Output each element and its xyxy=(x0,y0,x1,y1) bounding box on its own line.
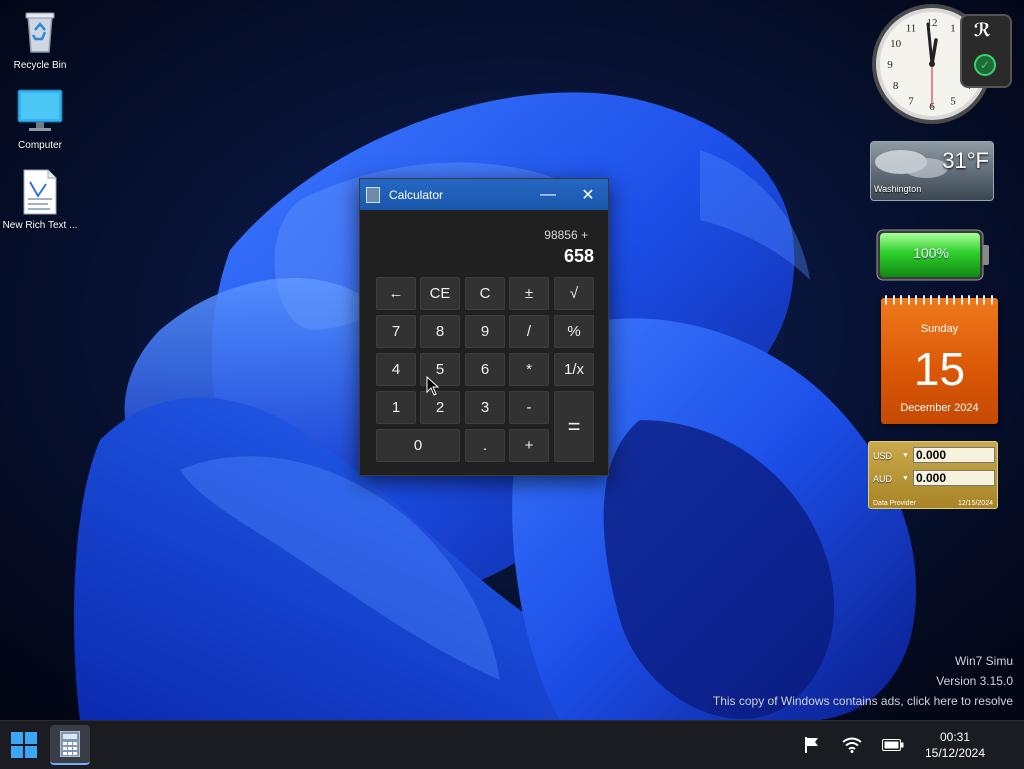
digit-0-button[interactable]: 0 xyxy=(376,429,460,462)
battery-percent: 100% xyxy=(913,245,949,261)
desktop-icon-label: Computer xyxy=(18,140,62,151)
taskbar-calculator-button[interactable] xyxy=(50,725,90,765)
computer-icon xyxy=(16,88,64,136)
from-currency-code[interactable]: USD xyxy=(873,451,892,461)
watermark-line-1: Win7 Simu xyxy=(954,654,1013,668)
clock-number: 11 xyxy=(906,23,917,35)
document-icon xyxy=(16,168,64,216)
clock-number: 5 xyxy=(950,95,956,107)
decimal-button[interactable]: . xyxy=(465,429,505,462)
desktop-icon-rich-text[interactable]: New Rich Text ... xyxy=(0,168,80,231)
digit-1-button[interactable]: 1 xyxy=(376,391,416,424)
desktop-icon-label: Recycle Bin xyxy=(13,60,67,71)
calendar-rings xyxy=(885,295,993,305)
desktop-icon-label: New Rich Text ... xyxy=(2,220,78,231)
currency-provider: Data Provider xyxy=(873,500,916,507)
window-title: Calculator xyxy=(389,187,444,202)
reciprocal-button[interactable]: 1/x xyxy=(554,353,594,386)
desktop-icon-recycle-bin[interactable]: Recycle Bin xyxy=(0,8,80,71)
equals-button[interactable]: = xyxy=(554,391,594,462)
app-logo-icon: ℛ xyxy=(974,20,991,40)
to-currency-code[interactable]: AUD xyxy=(873,474,892,484)
clock-number: 8 xyxy=(893,80,899,92)
start-button[interactable] xyxy=(4,725,44,765)
calendar-day: 15 xyxy=(913,343,966,395)
divide-button[interactable]: / xyxy=(509,315,549,348)
calculator-app-icon xyxy=(60,731,80,757)
windows-logo-icon xyxy=(11,732,37,758)
calculator-app-icon xyxy=(366,186,380,203)
mouse-cursor-icon xyxy=(426,376,440,396)
watermark-line-2: Version 3.15.0 xyxy=(936,674,1013,688)
taskbar: 00:31 15/12/2024 xyxy=(0,720,1024,769)
backspace-button[interactable]: ← xyxy=(376,277,416,310)
battery-tray-icon[interactable] xyxy=(878,725,908,765)
digit-6-button[interactable]: 6 xyxy=(465,353,505,386)
weather-temperature: 31°F xyxy=(942,148,989,173)
clock-number: 9 xyxy=(887,59,893,71)
calculator-window[interactable]: Calculator — ✕ 98856 + 658 ← CE C ± √ 7 … xyxy=(359,178,609,476)
wifi-icon[interactable] xyxy=(838,725,866,765)
clock-number: 10 xyxy=(890,38,902,50)
digit-8-button[interactable]: 8 xyxy=(420,315,460,348)
multiply-button[interactable]: * xyxy=(509,353,549,386)
calculator-titlebar[interactable]: Calculator — ✕ xyxy=(360,179,608,210)
clock-number: 1 xyxy=(950,23,956,35)
recycle-bin-icon xyxy=(16,8,64,56)
percent-button[interactable]: % xyxy=(554,315,594,348)
plus-minus-button[interactable]: ± xyxy=(509,277,549,310)
clear-button[interactable]: C xyxy=(465,277,505,310)
battery-gadget[interactable]: 100% xyxy=(876,229,990,281)
clear-entry-button[interactable]: CE xyxy=(420,277,460,310)
calculator-display: 98856 + 658 xyxy=(360,210,608,274)
from-currency-value[interactable]: 0.000 xyxy=(913,447,995,463)
weather-city: Washington xyxy=(874,184,922,194)
desktop-icon-computer[interactable]: Computer xyxy=(0,88,80,151)
digit-7-button[interactable]: 7 xyxy=(376,315,416,348)
calendar-month-year: December 2024 xyxy=(900,402,979,414)
digit-3-button[interactable]: 3 xyxy=(465,391,505,424)
minus-button[interactable]: - xyxy=(509,391,549,424)
check-icon: ✓ xyxy=(974,54,996,76)
digit-4-button[interactable]: 4 xyxy=(376,353,416,386)
chevron-down-icon[interactable]: ▼ xyxy=(902,475,909,482)
sidebar-badge-gadget[interactable]: ℛ ✓ xyxy=(960,14,1012,88)
close-button[interactable]: ✕ xyxy=(568,179,608,210)
currency-date: 12/15/2024 xyxy=(957,500,993,507)
chevron-down-icon[interactable]: ▼ xyxy=(902,452,909,459)
weather-gadget[interactable]: 31°F Washington xyxy=(870,141,994,201)
taskbar-time[interactable]: 00:31 xyxy=(920,730,990,744)
calendar-gadget[interactable]: Sunday 15 December 2024 xyxy=(881,295,998,424)
taskbar-date[interactable]: 15/12/2024 xyxy=(915,746,995,760)
digit-9-button[interactable]: 9 xyxy=(465,315,505,348)
currency-gadget[interactable]: USD ▼ 0.000 AUD ▼ 0.000 Data Provider 12… xyxy=(868,441,998,509)
result-display: 658 xyxy=(563,246,594,266)
calendar-weekday: Sunday xyxy=(920,323,959,335)
to-currency-value[interactable]: 0.000 xyxy=(913,470,995,486)
watermark-activation-link[interactable]: This copy of Windows contains ads, click… xyxy=(713,694,1013,708)
minimize-button[interactable]: — xyxy=(528,179,568,210)
expression-display: 98856 + xyxy=(544,228,588,242)
plus-button[interactable]: + xyxy=(509,429,549,462)
action-center-flag-icon[interactable] xyxy=(798,725,826,765)
clock-number: 7 xyxy=(908,95,914,107)
square-root-button[interactable]: √ xyxy=(554,277,594,310)
